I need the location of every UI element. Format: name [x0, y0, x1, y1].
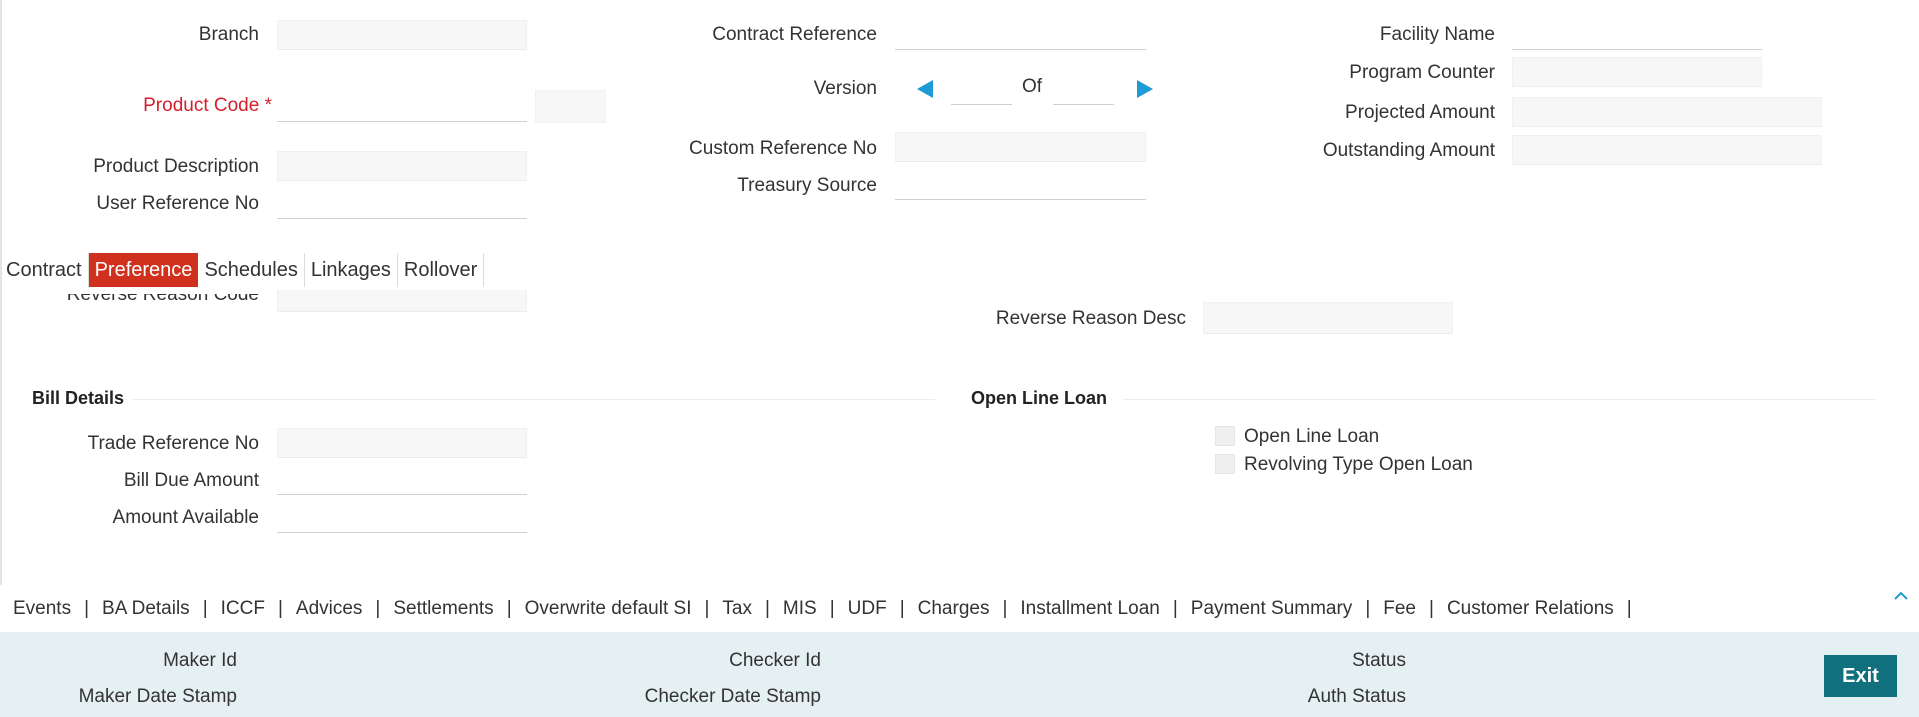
tab-schedules[interactable]: Schedules: [198, 253, 305, 287]
branch-label: Branch: [198, 24, 259, 45]
version-of-label: Of: [1022, 76, 1043, 97]
custom-reference-label: Custom Reference No: [689, 138, 877, 159]
link-separator: |: [1429, 597, 1434, 619]
outstanding-amount-field[interactable]: [1512, 135, 1822, 165]
product-code-field[interactable]: [277, 92, 527, 122]
link-payment-summary[interactable]: Payment Summary: [1178, 598, 1353, 620]
bill-due-amount-label: Bill Due Amount: [123, 470, 259, 491]
link-iccf[interactable]: ICCF: [208, 598, 265, 620]
open-line-loan-checkbox[interactable]: [1215, 426, 1235, 446]
link-customer-relations[interactable]: Customer Relations: [1434, 598, 1614, 620]
bottom-link-bar: Events | BA Details | ICCF | Advices | Settl…: [0, 585, 1919, 632]
audit-footer: [0, 632, 1919, 717]
status-label: Status: [1352, 650, 1406, 671]
link-tax[interactable]: Tax: [709, 598, 752, 620]
version-current-field[interactable]: [951, 75, 1012, 105]
link-separator: |: [84, 597, 90, 619]
link-separator: |: [375, 597, 381, 619]
reverse-reason-desc-field[interactable]: [1203, 302, 1453, 334]
product-description-label: Product Description: [93, 156, 259, 177]
next-version-icon[interactable]: [1137, 80, 1153, 98]
tab-contract[interactable]: Contract: [0, 253, 89, 287]
link-separator: |: [1626, 597, 1632, 619]
branch-field[interactable]: [277, 20, 527, 50]
tab-rollover[interactable]: Rollover: [398, 253, 485, 287]
treasury-source-field[interactable]: [895, 170, 1146, 200]
reverse-reason-code-label: Reverse Reason Code: [66, 284, 259, 305]
maker-date-stamp-label: Maker Date Stamp: [78, 686, 237, 707]
checker-date-stamp-label: Checker Date Stamp: [644, 686, 821, 707]
product-code-lookup[interactable]: [535, 90, 606, 123]
link-installment-loan[interactable]: Installment Loan: [1007, 598, 1159, 620]
link-separator: |: [202, 597, 208, 619]
version-label: Version: [813, 78, 877, 99]
trade-reference-field[interactable]: [277, 428, 527, 458]
user-reference-field[interactable]: [277, 189, 527, 219]
open-line-loan-divider: [1123, 399, 1875, 400]
tab-preference[interactable]: Preference: [88, 253, 199, 287]
link-separator: |: [277, 597, 283, 619]
link-separator: |: [829, 597, 835, 619]
program-counter-field[interactable]: [1512, 57, 1762, 87]
bill-due-amount-field[interactable]: [277, 465, 527, 495]
link-separator: |: [899, 597, 905, 619]
chevron-up-icon[interactable]: [1893, 590, 1909, 602]
link-separator: |: [506, 597, 512, 619]
projected-amount-field[interactable]: [1512, 97, 1822, 127]
link-overwrite-default-si[interactable]: Overwrite default SI: [512, 598, 692, 620]
user-reference-label: User Reference No: [96, 193, 259, 214]
product-description-field[interactable]: [277, 151, 527, 181]
link-separator: |: [764, 597, 770, 619]
amount-available-label: Amount Available: [112, 507, 259, 528]
treasury-source-label: Treasury Source: [737, 175, 877, 196]
link-events[interactable]: Events: [0, 598, 71, 620]
reverse-reason-desc-label: Reverse Reason Desc: [995, 308, 1186, 329]
contract-tabs: Contract Preference Schedules Linkages R…: [0, 253, 485, 287]
link-advices[interactable]: Advices: [283, 598, 363, 620]
revolving-open-loan-checkbox[interactable]: [1215, 454, 1235, 474]
link-udf[interactable]: UDF: [835, 598, 887, 620]
link-mis[interactable]: MIS: [770, 598, 817, 620]
link-fee[interactable]: Fee: [1370, 598, 1416, 620]
program-counter-label: Program Counter: [1349, 62, 1495, 83]
custom-reference-field[interactable]: [895, 132, 1146, 162]
trade-reference-label: Trade Reference No: [87, 433, 259, 454]
contract-reference-field[interactable]: [895, 20, 1146, 50]
link-separator: |: [1365, 597, 1371, 619]
link-separator: |: [704, 597, 710, 619]
link-ba-details[interactable]: BA Details: [89, 598, 190, 620]
facility-name-field[interactable]: [1512, 20, 1762, 50]
open-line-loan-title: Open Line Loan: [971, 388, 1108, 408]
revolving-open-loan-label: Revolving Type Open Loan: [1244, 454, 1473, 475]
version-total-field[interactable]: [1053, 75, 1114, 105]
bill-details-divider: [133, 399, 935, 400]
product-code-label: Product Code *: [143, 95, 272, 116]
outstanding-amount-label: Outstanding Amount: [1322, 140, 1495, 161]
link-charges[interactable]: Charges: [905, 598, 990, 620]
auth-status-label: Auth Status: [1307, 686, 1406, 707]
link-separator: |: [1172, 597, 1178, 619]
contract-reference-label: Contract Reference: [712, 24, 877, 45]
link-settlements[interactable]: Settlements: [380, 598, 493, 620]
previous-version-icon[interactable]: [917, 80, 933, 98]
bill-details-title: Bill Details: [32, 388, 125, 408]
amount-available-field[interactable]: [277, 503, 527, 533]
tab-linkages[interactable]: Linkages: [305, 253, 398, 287]
facility-name-label: Facility Name: [1379, 24, 1495, 45]
link-separator: |: [1002, 597, 1008, 619]
maker-id-label: Maker Id: [163, 650, 237, 671]
checker-id-label: Checker Id: [729, 650, 821, 671]
projected-amount-label: Projected Amount: [1345, 102, 1495, 123]
open-line-loan-label: Open Line Loan: [1244, 426, 1380, 447]
exit-button[interactable]: Exit: [1824, 655, 1897, 697]
